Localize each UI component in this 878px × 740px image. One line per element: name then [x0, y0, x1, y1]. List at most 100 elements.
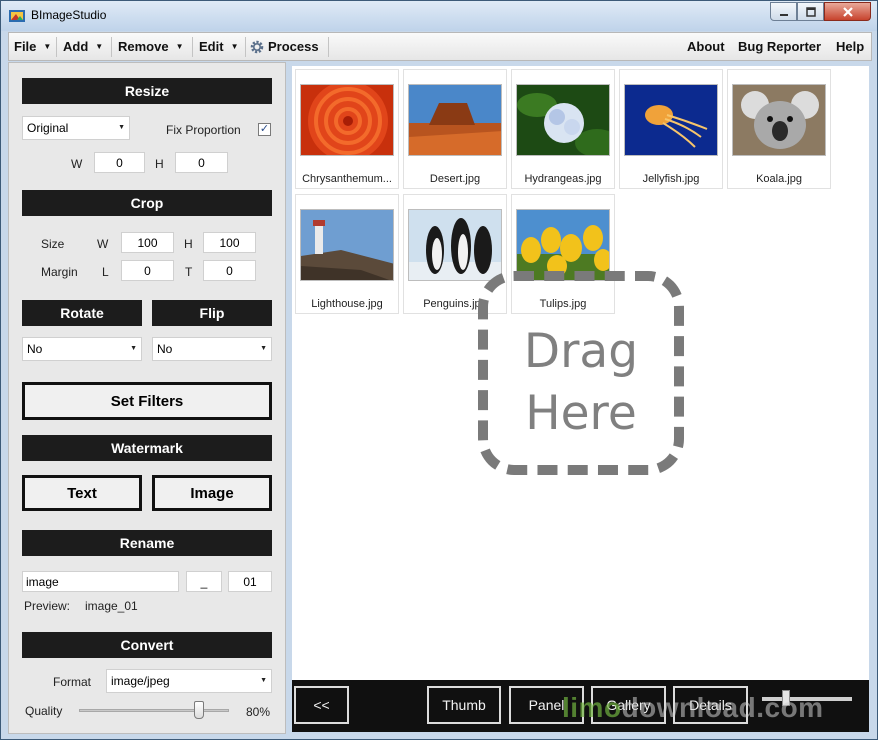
- menu-add-label: Add: [63, 39, 89, 54]
- menu-remove[interactable]: Remove ▼: [118, 33, 184, 60]
- resize-height-input[interactable]: 0: [175, 152, 228, 173]
- drag-drop-zone[interactable]: Drag Here: [478, 271, 684, 475]
- thumbnail-image-koala: [732, 84, 826, 156]
- watermark-image-button[interactable]: Image: [152, 475, 272, 511]
- menu-edit-label: Edit: [199, 39, 224, 54]
- rotate-select[interactable]: No ▼: [22, 337, 142, 361]
- crop-top-input[interactable]: 0: [203, 260, 256, 281]
- thumbnail-image-penguins: [408, 209, 502, 281]
- menu-file-label: File: [14, 39, 37, 54]
- dropdown-arrow-icon: ▼: [260, 345, 267, 352]
- resize-w-label: W: [71, 157, 83, 171]
- watermark-header: Watermark: [22, 435, 272, 461]
- menu-file[interactable]: File ▼: [14, 33, 51, 60]
- flip-value: No: [157, 342, 173, 356]
- rotate-value: No: [27, 342, 43, 356]
- app-window: BImageStudio File ▼ Add ▼ Remove ▼ Edit ▼: [0, 0, 878, 740]
- format-label: Format: [53, 675, 92, 689]
- menu-edit[interactable]: Edit ▼: [199, 33, 238, 60]
- thumbnail-koala[interactable]: Koala.jpg: [727, 69, 831, 189]
- thumbnail-jellyfish[interactable]: Jellyfish.jpg: [619, 69, 723, 189]
- fix-proportion-checkbox[interactable]: ✓: [258, 123, 271, 136]
- crop-height-input[interactable]: 100: [203, 232, 256, 253]
- menu-help[interactable]: Help: [836, 33, 864, 60]
- thumbnail-caption: Jellyfish.jpg: [642, 173, 700, 185]
- menu-bug-reporter[interactable]: Bug Reporter: [738, 33, 821, 60]
- crop-l-label: L: [102, 265, 109, 279]
- crop-width-input[interactable]: 100: [121, 232, 174, 253]
- gear-icon: [250, 40, 264, 53]
- crop-header: Crop: [22, 190, 272, 216]
- crop-w-label: W: [97, 237, 109, 251]
- thumbnail-hydrangeas[interactable]: Hydrangeas.jpg: [511, 69, 615, 189]
- menu-help-label: Help: [836, 39, 865, 54]
- rename-separator-input[interactable]: _: [186, 571, 222, 592]
- rename-preview-label: Preview:: [24, 599, 71, 613]
- collapse-sidebar-button[interactable]: <<: [294, 686, 349, 724]
- quality-value: 80%: [246, 705, 271, 719]
- thumbnail-caption: Hydrangeas.jpg: [524, 173, 602, 185]
- quality-slider-thumb[interactable]: [194, 701, 204, 719]
- set-filters-button[interactable]: Set Filters: [22, 382, 272, 420]
- window-title: BImageStudio: [31, 8, 107, 22]
- resize-h-label: H: [155, 157, 164, 171]
- crop-margin-label: Margin: [41, 265, 78, 279]
- maximize-button[interactable]: [797, 2, 824, 21]
- rename-name-input[interactable]: image: [22, 571, 179, 592]
- resize-header: Resize: [22, 78, 272, 104]
- maximize-icon: [805, 6, 816, 17]
- minimize-icon: [779, 13, 788, 16]
- fix-proportion-label: Fix Proportion: [166, 123, 241, 137]
- menu-separator: [56, 37, 57, 57]
- close-button[interactable]: [824, 2, 871, 21]
- menu-separator: [192, 37, 193, 57]
- convert-header: Convert: [22, 632, 272, 658]
- rename-preview-value: image_01: [85, 599, 138, 613]
- thumbnail-lighthouse[interactable]: Lighthouse.jpg: [295, 194, 399, 314]
- thumb-view-button[interactable]: Thumb: [427, 686, 501, 724]
- menu-process[interactable]: Process: [249, 33, 319, 60]
- drag-line: Drag: [523, 324, 639, 379]
- dropdown-arrow-icon: ▼: [118, 124, 125, 131]
- flip-select[interactable]: No ▼: [152, 337, 272, 361]
- here-line: Here: [525, 386, 637, 441]
- rename-number-input[interactable]: 01: [228, 571, 272, 592]
- menu-remove-label: Remove: [118, 39, 169, 54]
- thumbnail-desert[interactable]: Desert.jpg: [403, 69, 507, 189]
- crop-t-label: T: [185, 265, 193, 279]
- site-watermark: limodownload.com: [562, 692, 824, 724]
- rename-header: Rename: [22, 530, 272, 556]
- thumbnail-caption: Chrysanthemum...: [302, 173, 392, 185]
- thumbnail-chrysanthemum[interactable]: Chrysanthemum...: [295, 69, 399, 189]
- thumbnail-image-lighthouse: [300, 209, 394, 281]
- watermark-part2: download.com: [621, 692, 824, 723]
- thumbnail-image-desert: [408, 84, 502, 156]
- dropdown-arrow-icon: ▼: [130, 345, 137, 352]
- rotate-header: Rotate: [22, 300, 142, 326]
- menu-about[interactable]: About: [687, 33, 725, 60]
- format-select[interactable]: image/jpeg ▼: [106, 669, 272, 693]
- menu-add[interactable]: Add ▼: [63, 33, 103, 60]
- crop-size-label: Size: [41, 237, 65, 251]
- drag-here-text: Drag Here: [488, 321, 674, 445]
- thumbnail-caption: Koala.jpg: [756, 173, 802, 185]
- quality-label: Quality: [25, 704, 63, 718]
- watermark-part1: limo: [562, 692, 622, 723]
- dropdown-arrow-icon: ▼: [260, 677, 267, 684]
- thumbnail-image-hydrangeas: [516, 84, 610, 156]
- menu-bar: File ▼ Add ▼ Remove ▼ Edit ▼ Process About B…: [8, 32, 872, 61]
- resize-size-select[interactable]: Original ▼: [22, 116, 130, 140]
- settings-sidebar: Resize Original ▼ Fix Proportion ✓ W 0 H…: [8, 62, 286, 734]
- menu-bug-reporter-label: Bug Reporter: [738, 39, 822, 54]
- minimize-button[interactable]: [770, 2, 797, 21]
- crop-left-input[interactable]: 0: [121, 260, 174, 281]
- dropdown-arrow-icon: ▼: [95, 42, 104, 51]
- resize-size-value: Original: [27, 121, 69, 135]
- image-grid-area[interactable]: Chrysanthemum... Desert.jpg Hydrangeas.j…: [292, 66, 869, 680]
- title-bar: BImageStudio: [1, 1, 877, 31]
- menu-separator: [245, 37, 246, 57]
- resize-width-input[interactable]: 0: [94, 152, 145, 173]
- dropdown-arrow-icon: ▼: [230, 42, 239, 51]
- quality-slider-track[interactable]: [79, 709, 229, 712]
- watermark-text-button[interactable]: Text: [22, 475, 142, 511]
